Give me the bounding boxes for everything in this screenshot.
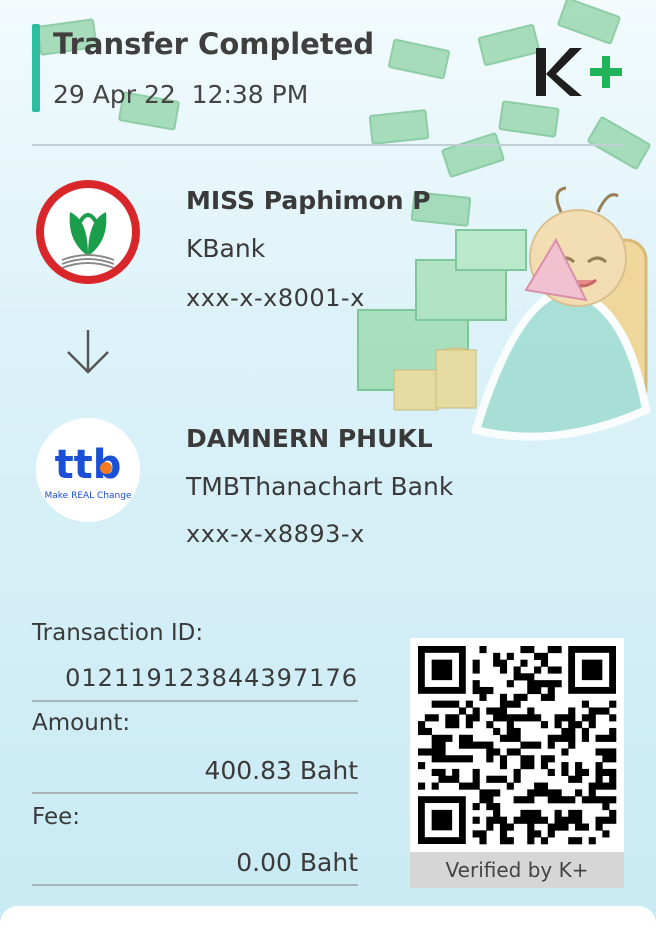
money-bill-decoration [556,0,622,46]
money-bill-decoration [498,100,560,138]
receiver-bank: TMBThanachart Bank [186,472,454,501]
receiver-name: DAMNERN PHUKL [186,424,433,453]
money-bill-decoration [368,109,430,145]
amount-value: 400.83 Baht [204,756,358,785]
fee-label: Fee: [32,804,81,830]
transaction-id-value: 012119123844397176 [65,664,358,692]
money-bill-decoration [440,131,506,179]
row-divider [32,884,358,886]
money-bill-decoration [586,115,652,171]
row-divider [32,792,358,794]
bottom-sheet-edge [0,906,656,932]
kbank-logo-icon [36,180,140,284]
ttb-logo-icon: ttb Make REAL Change [36,418,140,522]
arrow-down-icon [67,330,109,374]
mascot-illustration [357,186,651,441]
page-title: Transfer Completed [53,27,375,61]
ttb-logo-text: ttb [55,442,122,488]
sender-name: MISS Paphimon P [186,186,431,215]
header-divider [32,144,624,146]
fee-value: 0.00 Baht [236,848,358,877]
qr-code[interactable] [410,638,624,852]
verified-label: Verified by K+ [410,852,624,888]
qr-code-icon [418,646,617,845]
sender-bank: KBank [186,234,266,263]
row-divider [32,700,358,702]
transfer-slip: Transfer Completed 29 Apr 22 12:38 PM MI… [0,0,656,932]
transaction-id-label: Transaction ID: [32,620,204,646]
ttb-logo-tagline: Make REAL Change [45,491,132,501]
receiver-account: xxx-x-x8893-x [186,520,365,548]
sender-account: xxx-x-x8001-x [186,284,365,312]
transfer-datetime: 29 Apr 22 12:38 PM [53,80,309,109]
money-bill-decoration [387,38,451,80]
accent-bar [32,24,40,112]
money-bill-decoration [477,23,541,67]
amount-label: Amount: [32,710,131,736]
kplus-logo-icon [536,48,622,96]
